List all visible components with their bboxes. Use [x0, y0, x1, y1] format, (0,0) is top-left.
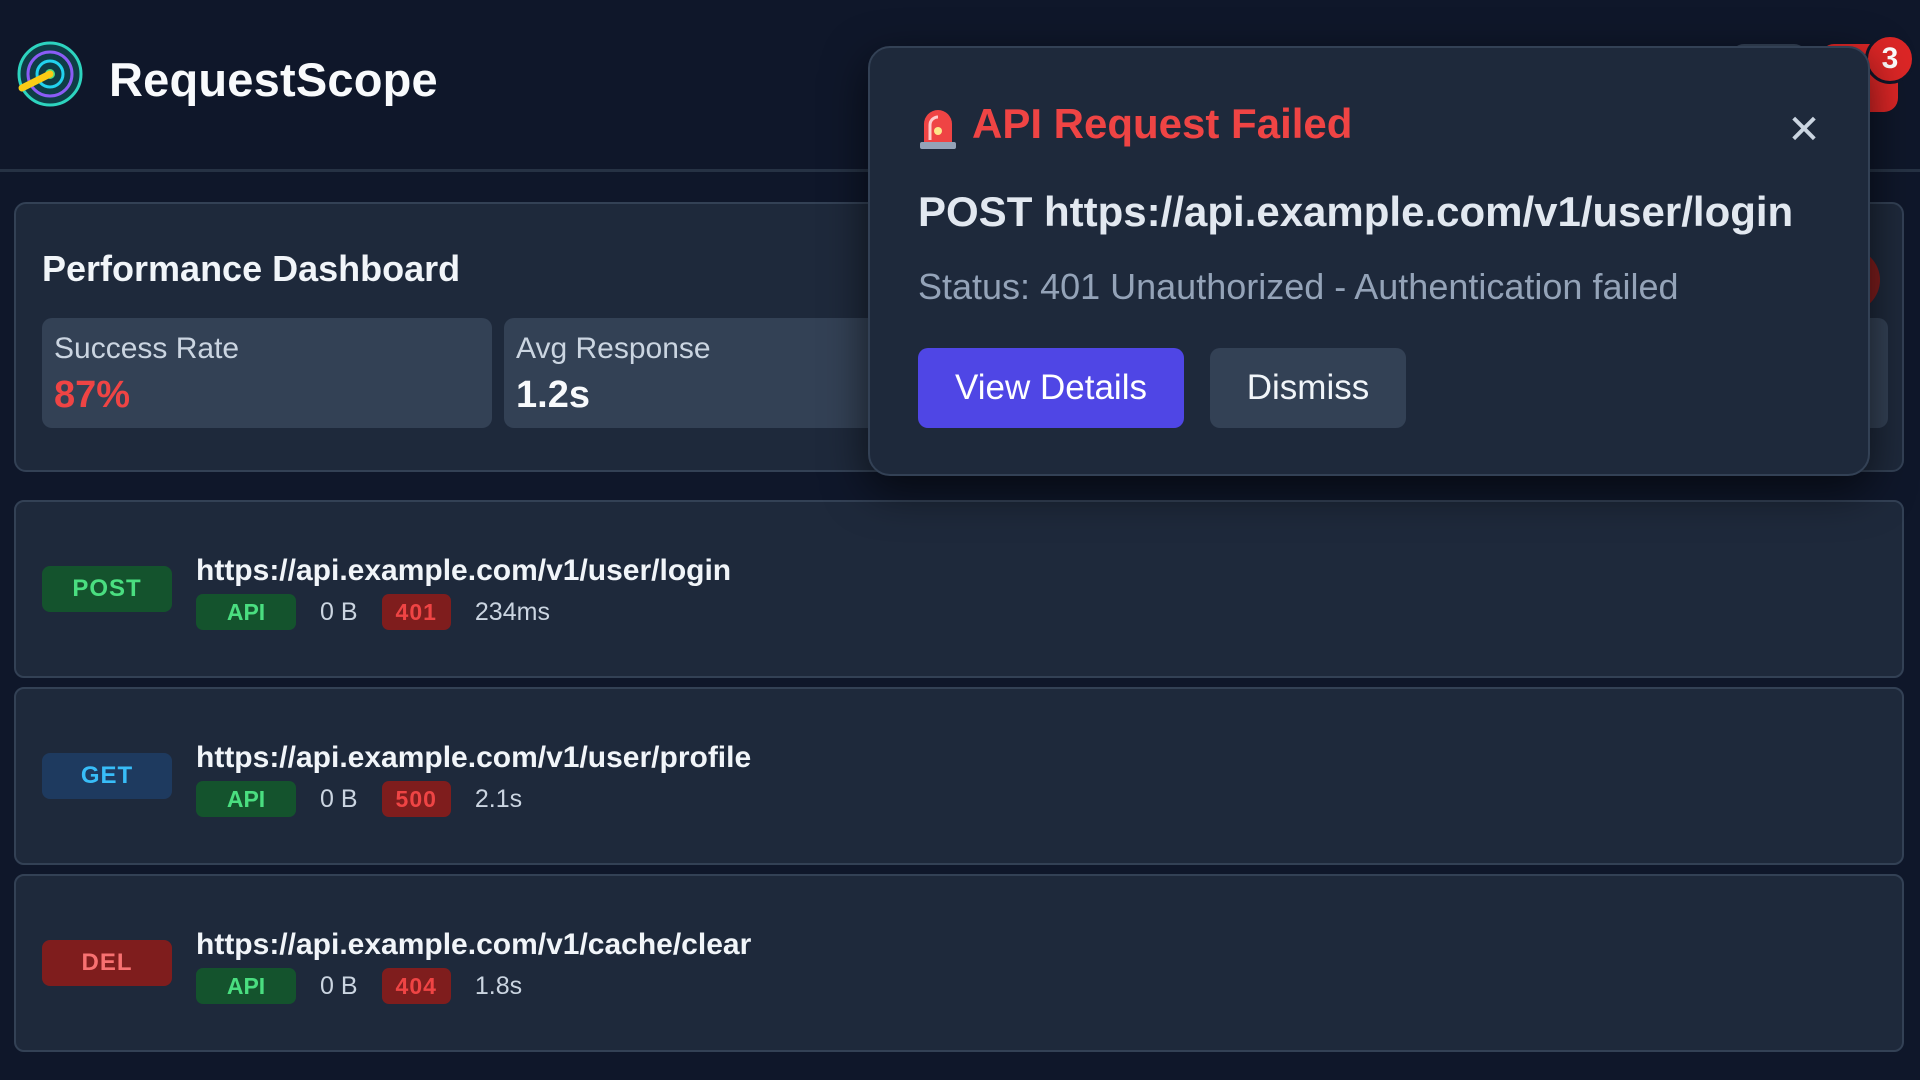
- request-row[interactable]: GET https://api.example.com/v1/user/prof…: [14, 687, 1904, 865]
- radar-logo-icon: [17, 41, 83, 107]
- response-size: 0 B: [320, 784, 358, 813]
- stat-value: 87%: [54, 374, 131, 416]
- toast-request: POST https://api.example.com/v1/user/log…: [918, 188, 1794, 235]
- app-root: RequestScope 3 Performance Dashboard Suc…: [0, 0, 1920, 1080]
- type-tag: API: [196, 781, 296, 817]
- status-badge: 404: [381, 968, 451, 1004]
- request-row[interactable]: POST https://api.example.com/v1/user/log…: [14, 500, 1904, 678]
- dashboard-title: Performance Dashboard: [42, 248, 461, 289]
- toast-title: API Request Failed: [972, 100, 1353, 147]
- siren-icon: [920, 110, 956, 149]
- method-badge: GET: [42, 753, 172, 799]
- method-badge: DEL: [42, 940, 172, 986]
- status-badge: 500: [381, 781, 451, 817]
- response-size: 0 B: [320, 971, 358, 1000]
- response-size: 0 B: [320, 597, 358, 626]
- type-tag: API: [196, 968, 296, 1004]
- response-time: 234ms: [474, 597, 550, 626]
- stat-label: Success Rate: [54, 332, 240, 365]
- notification-count-badge: 3: [1865, 34, 1915, 84]
- request-url: https://api.example.com/v1/user/login: [196, 554, 732, 587]
- dismiss-button[interactable]: Dismiss: [1210, 348, 1406, 428]
- error-toast: API Request Failed ✕ POST https://api.ex…: [868, 46, 1870, 476]
- stat-card-success-rate: Success Rate 87%: [42, 318, 492, 428]
- app-title: RequestScope: [109, 53, 438, 106]
- request-row[interactable]: DEL https://api.example.com/v1/cache/cle…: [14, 874, 1904, 1052]
- stat-label: Avg Response: [516, 332, 711, 365]
- request-meta: API 0 B 404 1.8s: [196, 968, 522, 1004]
- type-tag: API: [196, 594, 296, 630]
- response-time: 1.8s: [474, 971, 523, 1000]
- stat-value: 1.2s: [516, 374, 590, 416]
- view-details-button[interactable]: View Details: [918, 348, 1184, 428]
- close-icon[interactable]: ✕: [1780, 106, 1828, 154]
- request-url: https://api.example.com/v1/user/profile: [196, 741, 752, 774]
- status-badge: 401: [381, 594, 451, 630]
- response-time: 2.1s: [474, 784, 523, 813]
- toast-status: Status: 401 Unauthorized - Authenticatio…: [918, 266, 1679, 307]
- request-url: https://api.example.com/v1/cache/clear: [196, 928, 752, 961]
- method-badge: POST: [42, 566, 172, 612]
- request-meta: API 0 B 401 234ms: [196, 594, 550, 630]
- request-meta: API 0 B 500 2.1s: [196, 781, 522, 817]
